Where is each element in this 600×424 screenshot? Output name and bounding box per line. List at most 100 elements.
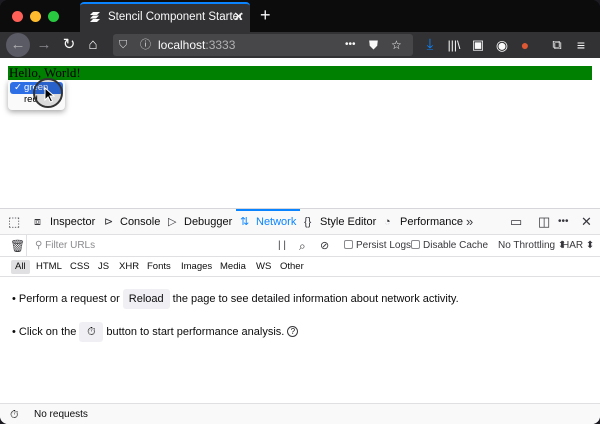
persist-logs-label: Persist Logs bbox=[356, 240, 412, 251]
devtools-panel: ⬚ ⧈ Inspector ⊳ Console ▷ Debugger ⇅ Network… bbox=[0, 208, 600, 424]
tab-style-editor[interactable]: {} Style Editor bbox=[304, 209, 376, 235]
empty-state-performance-hint: • Click on the ⏱ button to start performan… bbox=[12, 322, 299, 342]
duckduckgo-extension-icon[interactable]: ● bbox=[513, 32, 537, 58]
element-picker-icon[interactable]: ⬚ bbox=[8, 209, 20, 235]
requests-summary: No requests bbox=[34, 409, 88, 420]
browser-tab[interactable]: Stencil Component Starter ✕ bbox=[80, 2, 250, 32]
hint-text: the page to see detailed information abo… bbox=[172, 293, 459, 305]
page-actions-icon[interactable]: ••• bbox=[345, 36, 356, 54]
type-filter-css[interactable]: CSS bbox=[66, 260, 94, 274]
checkmark-icon: ✓ bbox=[14, 82, 22, 93]
performance-icon: ◔ bbox=[384, 216, 391, 228]
url-host: localhost bbox=[158, 38, 206, 52]
hint-text: • Click on the bbox=[12, 326, 77, 338]
sidebar-icon[interactable]: ▣ bbox=[466, 32, 490, 58]
minimize-window-button[interactable] bbox=[30, 11, 41, 22]
menu-icon[interactable]: ≡ bbox=[569, 32, 593, 58]
tab-inspector[interactable]: ⧈ Inspector bbox=[34, 209, 95, 235]
close-tab-icon[interactable]: ✕ bbox=[233, 9, 244, 25]
maximize-window-button[interactable] bbox=[48, 11, 59, 22]
tab-performance[interactable]: ◔ Performance bbox=[384, 209, 463, 235]
type-filter-media[interactable]: Media bbox=[216, 260, 250, 274]
disable-cache-checkbox[interactable]: Disable Cache bbox=[411, 235, 488, 257]
type-filter-xhr[interactable]: XHR bbox=[115, 260, 143, 274]
hint-text: • Perform a request or bbox=[12, 293, 120, 305]
tab-console[interactable]: ⊳ Console bbox=[104, 209, 160, 235]
type-filter-images[interactable]: Images bbox=[177, 260, 216, 274]
pocket-icon[interactable]: ⛊ bbox=[369, 36, 378, 54]
tab-label: Inspector bbox=[50, 216, 96, 228]
url-text: localhost:3333 bbox=[158, 37, 235, 53]
forward-button[interactable]: → bbox=[32, 32, 56, 58]
url-port: :3333 bbox=[205, 38, 236, 52]
site-info-icon[interactable]: ⓘ bbox=[140, 37, 151, 53]
filter-icon: ⚲ bbox=[35, 240, 46, 251]
type-filter-fonts[interactable]: Fonts bbox=[143, 260, 175, 274]
tab-title: Stencil Component Starter bbox=[108, 11, 243, 23]
har-menu[interactable]: HAR ⬍ bbox=[562, 235, 594, 257]
tracking-shield-icon[interactable]: ⛉ bbox=[119, 37, 127, 53]
responsive-design-icon[interactable]: ▭ bbox=[510, 209, 522, 235]
tab-label: Console bbox=[120, 216, 161, 228]
start-performance-button[interactable]: ⏱ bbox=[79, 322, 104, 342]
back-button[interactable]: ← bbox=[6, 33, 30, 57]
trash-icon[interactable]: 🗑 bbox=[10, 235, 25, 257]
type-filter-ws[interactable]: WS bbox=[252, 260, 275, 274]
stencil-favicon-icon bbox=[90, 12, 100, 22]
block-icon[interactable]: ⊘ bbox=[320, 235, 329, 257]
hint-text: button to start performance analysis. bbox=[106, 326, 285, 338]
debugger-icon: ▷ bbox=[168, 216, 177, 228]
tab-label: Network bbox=[256, 216, 297, 228]
checkbox[interactable] bbox=[344, 240, 353, 249]
tab-strip: Stencil Component Starter ✕ + bbox=[0, 0, 600, 32]
devtools-tabbar: ⬚ ⧈ Inspector ⊳ Console ▷ Debugger ⇅ Network… bbox=[0, 209, 600, 235]
home-icon[interactable]: ⌂ bbox=[81, 32, 105, 58]
checkbox[interactable] bbox=[411, 240, 420, 249]
devtools-menu-icon[interactable]: ••• bbox=[558, 209, 569, 235]
pause-icon[interactable]: | | bbox=[278, 235, 286, 257]
bookmark-star-icon[interactable]: ☆ bbox=[391, 36, 402, 54]
downloads-icon[interactable]: ⤓ bbox=[418, 32, 442, 58]
style-editor-icon: {} bbox=[304, 216, 312, 228]
reload-button[interactable]: Reload bbox=[122, 289, 170, 309]
reload-icon[interactable]: ↻ bbox=[57, 32, 81, 58]
mouse-pointer-icon bbox=[44, 87, 56, 103]
extensions-icon[interactable]: ⧉ bbox=[545, 32, 569, 58]
throttling-select[interactable]: No Throttling ⬍ bbox=[498, 235, 566, 257]
page-content: Hello, World! ✓ green red bbox=[0, 58, 600, 208]
type-filter-html[interactable]: HTML bbox=[32, 260, 66, 274]
disable-cache-label: Disable Cache bbox=[423, 240, 489, 251]
help-icon[interactable]: ? bbox=[287, 326, 299, 337]
tab-label: Debugger bbox=[184, 216, 233, 228]
stopwatch-icon: ⏱ bbox=[87, 326, 96, 338]
search-icon[interactable]: ⌕ bbox=[299, 235, 306, 257]
more-tabs-icon[interactable]: » bbox=[466, 209, 473, 235]
filter-placeholder: Filter URLs bbox=[45, 240, 96, 251]
tab-label: Style Editor bbox=[320, 216, 377, 228]
library-icon[interactable]: |||\ bbox=[442, 32, 466, 58]
page-heading: Hello, World! bbox=[8, 66, 592, 80]
network-status-bar: ⏱ No requests bbox=[0, 403, 600, 424]
console-icon: ⊳ bbox=[104, 216, 114, 228]
request-type-filters: All HTML CSS JS XHR Fonts Images Media W… bbox=[0, 257, 600, 277]
network-icon: ⇅ bbox=[240, 216, 250, 228]
network-toolbar: 🗑 ⚲ Filter URLs | | ⌕ ⊘ Persist Logs Dis… bbox=[0, 235, 600, 257]
tab-network[interactable]: ⇅ Network bbox=[236, 209, 301, 235]
filter-urls-input[interactable]: ⚲ Filter URLs bbox=[26, 235, 272, 257]
nav-bar: ← → ↻ ⌂ ⛉ ⓘ localhost:3333 ••• ⛊ ☆ ⤓ |||… bbox=[0, 32, 600, 58]
close-window-button[interactable] bbox=[12, 11, 23, 22]
type-filter-js[interactable]: JS bbox=[94, 260, 113, 274]
new-tab-button[interactable]: + bbox=[260, 5, 271, 25]
stopwatch-icon[interactable]: ⏱ bbox=[10, 404, 19, 424]
inspector-icon: ⧈ bbox=[34, 216, 41, 228]
close-devtools-icon[interactable]: ✕ bbox=[581, 209, 592, 235]
browser-window: Stencil Component Starter ✕ + ← → ↻ ⌂ ⛉ … bbox=[0, 0, 600, 424]
tab-debugger[interactable]: ▷ Debugger bbox=[168, 209, 232, 235]
type-filter-all[interactable]: All bbox=[11, 260, 30, 274]
account-icon[interactable]: ◉ bbox=[490, 32, 514, 58]
type-filter-other[interactable]: Other bbox=[276, 260, 308, 274]
empty-state-request-hint: • Perform a request or Reload the page to … bbox=[12, 289, 459, 309]
dock-toggle-icon[interactable]: ◫ bbox=[538, 209, 550, 235]
persist-logs-checkbox[interactable]: Persist Logs bbox=[344, 235, 411, 257]
url-bar[interactable]: ⛉ ⓘ localhost:3333 ••• ⛊ ☆ bbox=[113, 34, 413, 56]
